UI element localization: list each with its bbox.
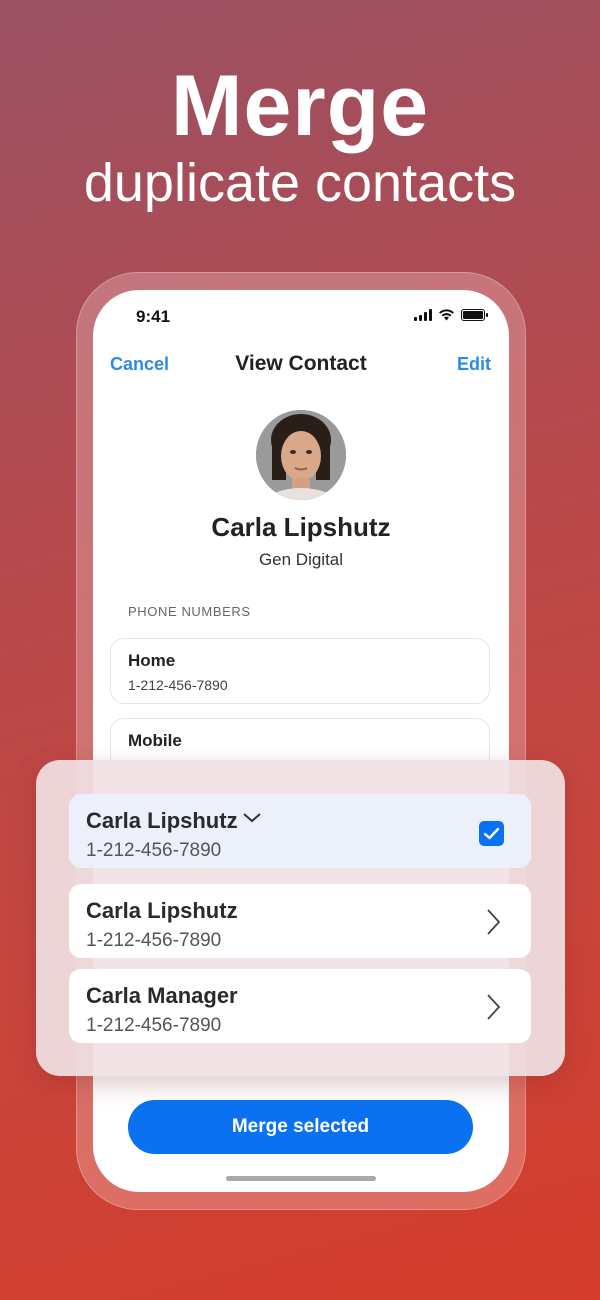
edit-button[interactable]: Edit — [457, 354, 491, 375]
duplicate-name: Carla Lipshutz — [86, 808, 238, 833]
merge-selected-button[interactable]: Merge selected — [128, 1100, 473, 1154]
duplicate-name: Carla Lipshutz — [86, 898, 238, 923]
status-bar: 9:41 — [93, 290, 509, 340]
nav-bar: Cancel View Contact Edit — [93, 350, 509, 380]
phone-item-number: 1-212-456-7890 — [128, 677, 228, 693]
avatar — [256, 410, 346, 500]
duplicate-item-selected[interactable]: Carla Lipshutz 1-212-456-7890 — [69, 794, 531, 868]
wifi-icon — [439, 309, 454, 321]
duplicate-name: Carla Manager — [86, 983, 238, 1008]
home-indicator — [226, 1176, 376, 1181]
duplicates-panel: Carla Lipshutz 1-212-456-7890 Carla Lips… — [36, 760, 565, 1076]
duplicate-number: 1-212-456-7890 — [86, 840, 222, 861]
phone-item-label: Mobile — [128, 731, 182, 750]
phone-item-home[interactable]: Home 1-212-456-7890 — [110, 638, 490, 704]
status-time: 9:41 — [136, 307, 171, 326]
duplicate-number: 1-212-456-7890 — [86, 930, 222, 951]
headline: Merge duplicate contacts — [0, 58, 600, 214]
checkbox-checked-icon[interactable] — [479, 821, 504, 846]
battery-icon — [461, 308, 488, 321]
headline-title: Merge — [170, 58, 430, 154]
chevron-down-icon[interactable] — [241, 811, 263, 825]
phone-numbers-label: PHONE NUMBERS — [128, 604, 251, 619]
nav-title: View Contact — [235, 352, 367, 375]
signal-icon — [414, 308, 432, 321]
phone-item-label: Home — [128, 651, 176, 670]
duplicate-number: 1-212-456-7890 — [86, 1015, 222, 1036]
duplicate-item[interactable]: Carla Lipshutz 1-212-456-7890 — [69, 884, 531, 958]
contact-company: Gen Digital — [258, 550, 344, 569]
contact-name: Carla Lipshutz — [211, 512, 391, 542]
chevron-right-icon[interactable] — [485, 993, 501, 1021]
chevron-right-icon[interactable] — [485, 908, 501, 936]
duplicate-item[interactable]: Carla Manager 1-212-456-7890 — [69, 969, 531, 1043]
headline-subtitle: duplicate contacts — [83, 153, 517, 213]
status-icons — [414, 308, 488, 321]
